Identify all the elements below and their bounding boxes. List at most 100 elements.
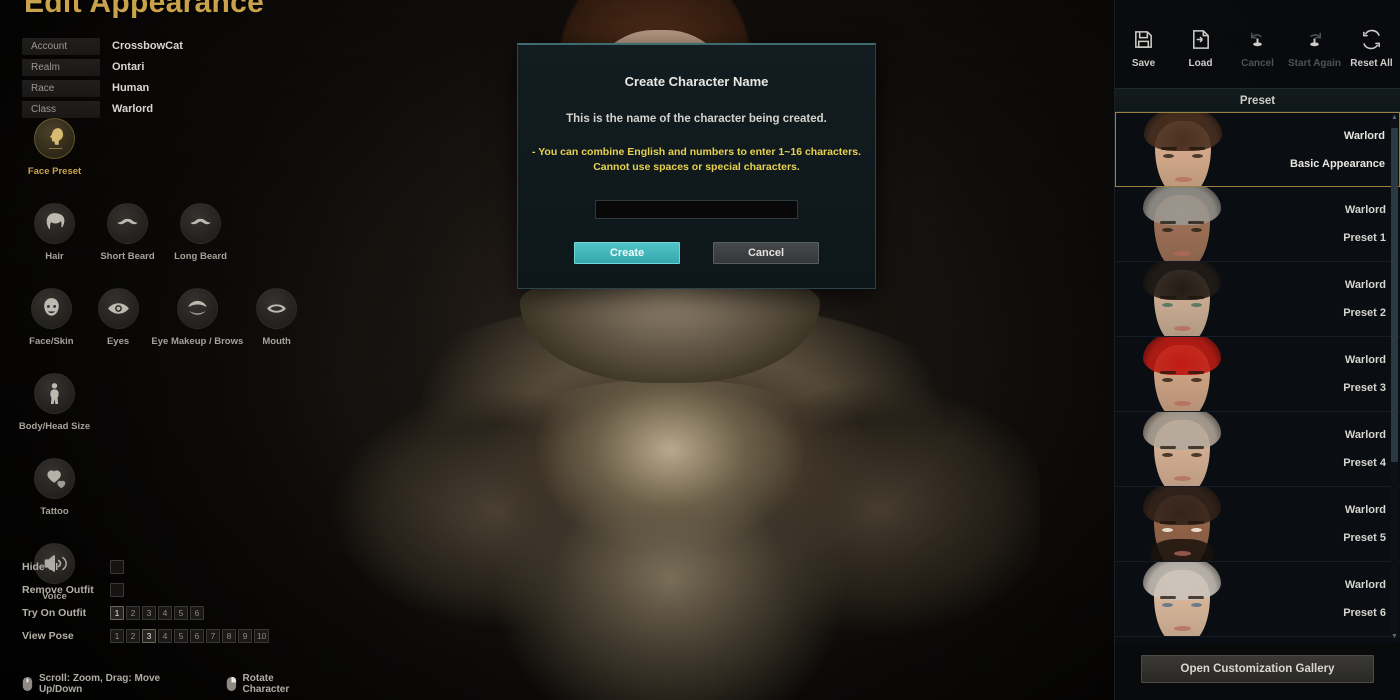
view-pose-option-7[interactable]: 7 [206, 628, 220, 643]
preset-toolbar: Save Load Cancel Start Again Reset All [1115, 0, 1400, 88]
eyes-icon[interactable] [97, 288, 139, 329]
customize-item-long-beard[interactable]: Long Beard [164, 203, 237, 262]
preset-class-name: Warlord [1344, 204, 1386, 216]
option-row-hide-ui: Hide UI [22, 556, 302, 577]
try-on-outfit-stepper[interactable]: 123456 [110, 605, 204, 620]
hint-rotate-character: Rotate Character [226, 673, 310, 695]
view-pose-option-1[interactable]: 1 [110, 628, 124, 643]
info-value-realm: Ontari [112, 61, 145, 73]
preset-header: Preset [1115, 88, 1400, 112]
try-on-outfit-option-4[interactable]: 4 [158, 605, 172, 620]
view-pose-option-5[interactable]: 5 [174, 628, 188, 643]
open-customization-gallery-button[interactable]: Open Customization Gallery [1141, 655, 1374, 683]
dialog-buttons: Create Cancel [518, 242, 875, 264]
customize-label-short-beard: Short Beard [100, 251, 155, 262]
customize-item-eyes[interactable]: Eyes [85, 288, 152, 347]
view-pose-option-2[interactable]: 2 [126, 628, 140, 643]
hide-ui-checkbox[interactable] [110, 559, 124, 574]
view-pose-option-3[interactable]: 3 [142, 628, 156, 643]
load-icon [1193, 30, 1209, 49]
short-beard-icon[interactable] [107, 203, 148, 244]
scroll-up-icon[interactable]: ▲ [1391, 114, 1398, 122]
view-pose-option-10[interactable]: 10 [254, 628, 270, 643]
scroll-down-icon[interactable]: ▼ [1391, 633, 1398, 641]
preset-item[interactable]: Warlord Preset 6 [1115, 562, 1400, 637]
view-pose-stepper[interactable]: 1 2 3 4 5 6 7 8 9 10 [110, 628, 270, 643]
mouth-icon[interactable] [256, 288, 298, 329]
tattoo-icon[interactable] [34, 458, 75, 499]
try-on-outfit-option-6[interactable]: 6 [190, 605, 204, 620]
info-value-class: Warlord [112, 103, 154, 115]
preset-item[interactable]: Warlord Preset 4 [1115, 412, 1400, 487]
options-area: Hide UI Remove Outfit Try On Outfit 1234… [22, 556, 302, 648]
view-pose-label: View Pose [22, 629, 74, 642]
body-head-size-icon[interactable] [34, 373, 75, 414]
hair-icon[interactable] [34, 203, 75, 244]
try-on-outfit-option-1[interactable]: 1 [110, 605, 124, 620]
icon-row-1: Face Preset [18, 118, 310, 177]
try-on-outfit-option-2[interactable]: 2 [126, 605, 140, 620]
customize-item-face-preset[interactable]: Face Preset [18, 118, 91, 177]
long-beard-icon[interactable] [180, 203, 221, 244]
customize-item-face-skin[interactable]: Face/Skin [18, 288, 85, 347]
preset-portrait [1139, 562, 1225, 636]
preset-item[interactable]: Warlord Preset 2 [1115, 262, 1400, 337]
view-pose-option-8[interactable]: 8 [222, 628, 236, 643]
view-pose-option-9[interactable]: 9 [238, 628, 252, 643]
view-pose-option-4[interactable]: 4 [158, 628, 172, 643]
info-key-race: Race [22, 79, 100, 97]
customize-item-mouth[interactable]: Mouth [243, 288, 310, 347]
hint-rotate-character-text: Rotate Character [242, 673, 290, 695]
remove-outfit-checkbox[interactable] [110, 582, 124, 597]
icon-row-3: Face/Skin Eyes Eye Makeup / Brows Mouth [18, 288, 310, 347]
preset-item[interactable]: Warlord Preset 1 [1115, 187, 1400, 262]
load-button[interactable]: Load [1172, 28, 1229, 88]
save-label: Save [1131, 58, 1156, 69]
create-character-name-dialog: Create Character Name This is the name o… [517, 43, 876, 289]
preset-text: Warlord Preset 2 [1343, 279, 1400, 319]
preset-portrait [1139, 262, 1225, 336]
character-name-input[interactable] [595, 200, 798, 219]
icon-row-2: Hair Short Beard Long Beard [18, 203, 310, 262]
customize-item-body-head-size[interactable]: Body/Head Size [18, 373, 91, 432]
customize-label-tattoo: Tattoo [40, 506, 69, 517]
preset-class-name: Warlord [1344, 429, 1386, 441]
customize-label-face-skin: Face/Skin [29, 336, 74, 347]
customize-item-short-beard[interactable]: Short Beard [91, 203, 164, 262]
hint-scroll-zoom: Scroll: Zoom, Drag: Move Up/Down [22, 673, 180, 695]
info-row-realm: Realm Ontari [22, 58, 282, 76]
preset-label: Preset 1 [1343, 232, 1386, 244]
reset-icon [1363, 29, 1380, 50]
try-on-outfit-option-3[interactable]: 3 [142, 605, 156, 620]
face-preset-icon[interactable] [34, 118, 75, 159]
view-pose-option-6[interactable]: 6 [190, 628, 204, 643]
start-again-button[interactable]: Start Again [1286, 28, 1343, 88]
save-button[interactable]: Save [1115, 28, 1172, 88]
cancel-button[interactable]: Cancel [1229, 28, 1286, 88]
cancel-dialog-button[interactable]: Cancel [713, 242, 819, 264]
preset-portrait [1140, 113, 1226, 186]
customize-label-long-beard: Long Beard [174, 251, 227, 262]
character-creation-screen: Edit Appearance Account CrossbowCat Real… [0, 0, 1400, 700]
info-value-account: CrossbowCat [112, 40, 183, 52]
customize-label-eyes: Eyes [106, 336, 130, 347]
preset-class-name: Warlord [1343, 129, 1385, 142]
character-info-table: Account CrossbowCat Realm Ontari Race Hu… [22, 37, 282, 121]
hide-ui-label: Hide UI [22, 560, 59, 573]
customize-item-hair[interactable]: Hair [18, 203, 91, 262]
dialog-title: Create Character Name [624, 74, 769, 89]
customize-item-tattoo[interactable]: Tattoo [18, 458, 91, 517]
eye-makeup-brows-icon[interactable] [176, 288, 218, 329]
face-skin-icon[interactable] [30, 288, 72, 329]
customize-item-eye-makeup-brows[interactable]: Eye Makeup / Brows [151, 288, 243, 347]
reset-all-button[interactable]: Reset All [1343, 28, 1400, 88]
preset-item[interactable]: Warlord Preset 5 [1115, 487, 1400, 562]
preset-item[interactable]: Warlord Basic Appearance [1115, 112, 1400, 187]
create-button[interactable]: Create [574, 242, 680, 264]
dialog-subtitle: This is the name of the character being … [566, 113, 827, 125]
customize-label-hair: Hair [45, 251, 64, 262]
preset-text: Warlord Preset 4 [1343, 429, 1400, 469]
try-on-outfit-option-5[interactable]: 5 [174, 605, 188, 620]
hint-scroll-zoom-text: Scroll: Zoom, Drag: Move Up/Down [38, 673, 161, 695]
preset-item[interactable]: Warlord Preset 3 [1115, 337, 1400, 412]
